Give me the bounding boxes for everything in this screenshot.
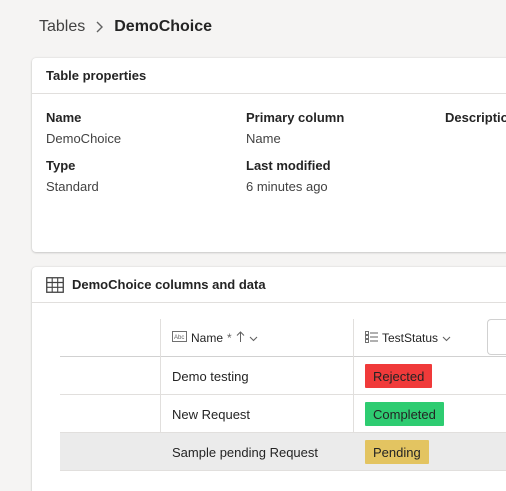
row-name-cell[interactable]: Sample pending Request bbox=[172, 433, 318, 471]
row-name-cell[interactable]: New Request bbox=[172, 395, 250, 433]
columns-and-data-title: DemoChoice columns and data bbox=[72, 277, 266, 292]
breadcrumb: Tables DemoChoice bbox=[39, 16, 212, 38]
status-badge[interactable]: Rejected bbox=[365, 364, 433, 388]
required-marker: * bbox=[227, 331, 232, 345]
breadcrumb-current: DemoChoice bbox=[114, 18, 213, 35]
text-column-icon: Abc bbox=[172, 331, 187, 345]
prop-name-value: DemoChoice bbox=[46, 131, 122, 146]
prop-name-label: Name bbox=[46, 110, 82, 125]
sort-ascending-icon[interactable] bbox=[236, 330, 245, 346]
table-row[interactable]: New Request Completed bbox=[60, 395, 506, 433]
prop-description: Description bbox=[445, 110, 506, 125]
prop-description-label: Description bbox=[445, 110, 506, 125]
table-grid-icon bbox=[46, 276, 64, 293]
prop-name: Name DemoChoice bbox=[46, 110, 121, 146]
chevron-right-icon bbox=[95, 20, 104, 34]
prop-type-value: Standard bbox=[46, 179, 99, 194]
svg-text:Abc: Abc bbox=[174, 335, 184, 341]
column-header-name-label: Name bbox=[191, 331, 224, 345]
prop-type: Type Standard bbox=[46, 158, 99, 194]
columns-and-data-header: DemoChoice columns and data bbox=[32, 267, 506, 303]
columns-and-data-card: DemoChoice columns and data Abc Name * T… bbox=[32, 267, 506, 491]
prop-last-modified: Last modified 6 minutes ago bbox=[246, 158, 331, 194]
table-properties-card: Table properties Name DemoChoice Primary… bbox=[32, 58, 506, 252]
chevron-down-icon[interactable] bbox=[442, 331, 451, 345]
prop-type-label: Type bbox=[46, 158, 76, 173]
chevron-down-icon[interactable] bbox=[249, 331, 258, 345]
add-column-button[interactable] bbox=[487, 319, 506, 355]
prop-primary-value: Name bbox=[246, 131, 281, 146]
grid-header-row: Abc Name * TestStatus bbox=[60, 319, 506, 357]
table-properties-title: Table properties bbox=[32, 58, 506, 94]
status-badge[interactable]: Pending bbox=[365, 440, 429, 464]
status-badge[interactable]: Completed bbox=[365, 402, 444, 426]
choice-column-icon bbox=[365, 330, 378, 346]
column-header-name[interactable]: Abc Name * bbox=[172, 319, 258, 357]
breadcrumb-tables-link[interactable]: Tables bbox=[39, 18, 85, 36]
prop-modified-label: Last modified bbox=[246, 158, 331, 173]
column-header-teststatus-label: TestStatus bbox=[382, 331, 439, 345]
prop-modified-value: 6 minutes ago bbox=[246, 179, 328, 194]
row-name-cell[interactable]: Demo testing bbox=[172, 357, 249, 395]
table-row[interactable]: Demo testing Rejected bbox=[60, 357, 506, 395]
column-header-teststatus[interactable]: TestStatus bbox=[365, 319, 451, 357]
prop-primary-column: Primary column Name bbox=[246, 110, 344, 146]
table-row[interactable]: Sample pending Request Pending bbox=[60, 433, 506, 471]
prop-primary-label: Primary column bbox=[246, 110, 345, 125]
